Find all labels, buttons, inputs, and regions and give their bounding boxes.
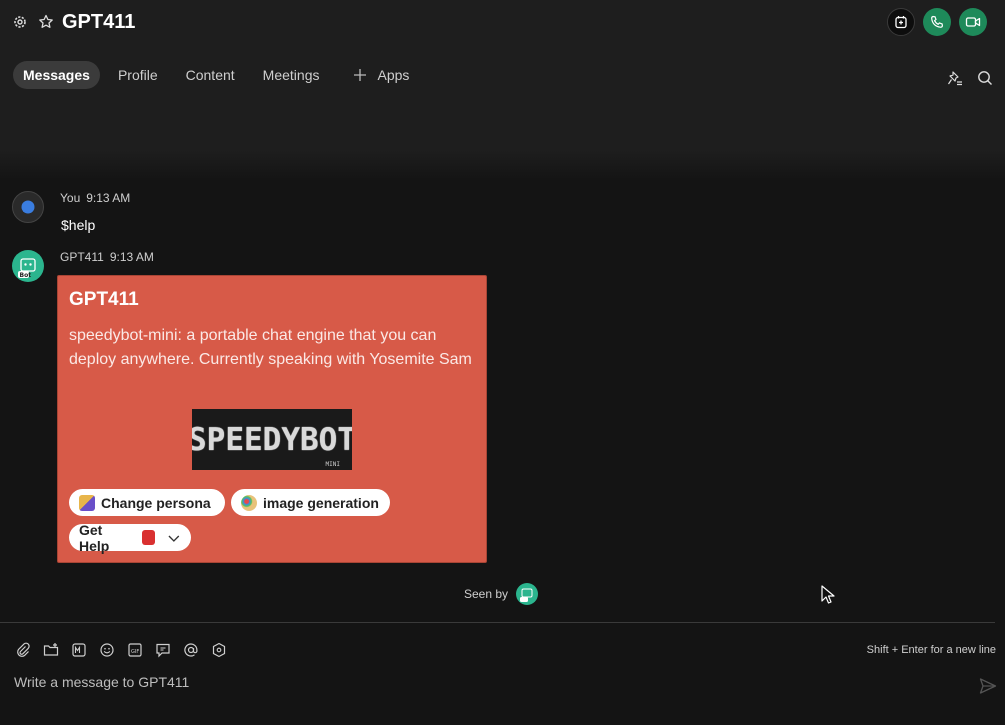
markdown-icon[interactable] xyxy=(71,642,87,658)
star-icon[interactable] xyxy=(38,14,54,30)
mouse-pointer-icon xyxy=(821,585,835,610)
seen-by-label: Seen by xyxy=(464,587,509,601)
title-row: GPT411 xyxy=(12,8,135,36)
change-persona-button[interactable]: Change persona xyxy=(69,489,225,516)
composer-divider xyxy=(0,622,995,623)
tab-bar: Messages Profile Content Meetings Apps xyxy=(13,61,419,89)
phone-icon xyxy=(931,15,944,28)
top-bar xyxy=(0,0,1005,180)
composer-toolbar: GIF xyxy=(15,642,227,658)
mention-icon[interactable] xyxy=(183,642,199,658)
seen-by: Seen by xyxy=(464,583,539,605)
pin-list-icon[interactable] xyxy=(947,70,963,86)
call-actions xyxy=(887,8,987,36)
tab-content[interactable]: Content xyxy=(176,61,245,89)
message-input[interactable]: Write a message to GPT411 xyxy=(14,674,954,690)
card-title: GPT411 xyxy=(69,289,139,310)
chat-bubble-icon xyxy=(21,200,35,214)
svg-text:Bot: Bot xyxy=(20,272,32,279)
sender-name: GPT411 xyxy=(60,250,104,264)
gif-icon[interactable]: GIF xyxy=(127,642,143,658)
search-icon[interactable] xyxy=(977,70,993,86)
add-to-calendar-icon xyxy=(895,16,907,29)
svg-text:GIF: GIF xyxy=(131,649,139,655)
logo-mini-text: MINI xyxy=(325,461,340,468)
folder-upload-icon[interactable] xyxy=(43,642,59,658)
palette-icon xyxy=(241,494,257,511)
avatar[interactable] xyxy=(12,191,44,223)
theater-masks-icon xyxy=(79,494,95,511)
tab-apps-label: Apps xyxy=(377,67,410,83)
space-tools xyxy=(947,70,993,86)
page-title: GPT411 xyxy=(62,10,136,33)
audio-call-button[interactable] xyxy=(923,8,951,36)
get-help-label: Get Help xyxy=(79,521,110,554)
avatar[interactable]: Bot xyxy=(12,250,44,282)
video-camera-icon xyxy=(965,17,981,27)
send-icon[interactable] xyxy=(979,677,997,695)
tab-profile[interactable]: Profile xyxy=(108,61,168,89)
video-call-button[interactable] xyxy=(959,8,987,36)
plus-icon xyxy=(354,69,367,81)
image-generation-label: image generation xyxy=(263,494,379,511)
bot-icon: Bot xyxy=(18,258,36,279)
chevron-down-icon xyxy=(168,535,180,542)
attachment-icon[interactable] xyxy=(15,642,31,658)
bot-icon xyxy=(520,588,533,602)
tab-apps[interactable]: Apps xyxy=(343,61,419,89)
message-meta: You 9:13 AM xyxy=(60,191,130,205)
message-item: You 9:13 AM $help xyxy=(12,191,512,241)
timestamp: 9:13 AM xyxy=(86,191,131,205)
card-body: speedybot-mini: a portable chat engine t… xyxy=(69,327,472,368)
message-meta: GPT411 9:13 AM xyxy=(60,250,154,264)
change-persona-label: Change persona xyxy=(101,494,211,511)
image-generation-button[interactable]: image generation xyxy=(231,489,390,516)
tab-messages[interactable]: Messages xyxy=(13,61,100,89)
logo-text: SPEEDYBOT xyxy=(192,421,352,458)
get-help-dropdown[interactable]: Get Help xyxy=(69,521,191,554)
add-to-calendar-button[interactable] xyxy=(887,8,915,36)
emoji-icon[interactable] xyxy=(99,642,115,658)
newline-hint: Shift + Enter for a new line xyxy=(866,644,996,656)
feedback-icon[interactable] xyxy=(155,642,171,658)
sender-name: You xyxy=(60,191,81,205)
tab-meetings[interactable]: Meetings xyxy=(253,61,330,89)
timestamp: 9:13 AM xyxy=(109,250,154,264)
speedybot-logo: SPEEDYBOT MINI xyxy=(192,409,352,470)
message-text: $help xyxy=(61,217,96,233)
apps-icon[interactable] xyxy=(211,642,227,658)
seen-by-avatar[interactable] xyxy=(516,583,539,605)
adaptive-card: GPT411 speedybot-mini: a portable chat e… xyxy=(57,275,487,563)
gear-icon[interactable] xyxy=(12,14,28,30)
siren-icon xyxy=(141,530,156,545)
